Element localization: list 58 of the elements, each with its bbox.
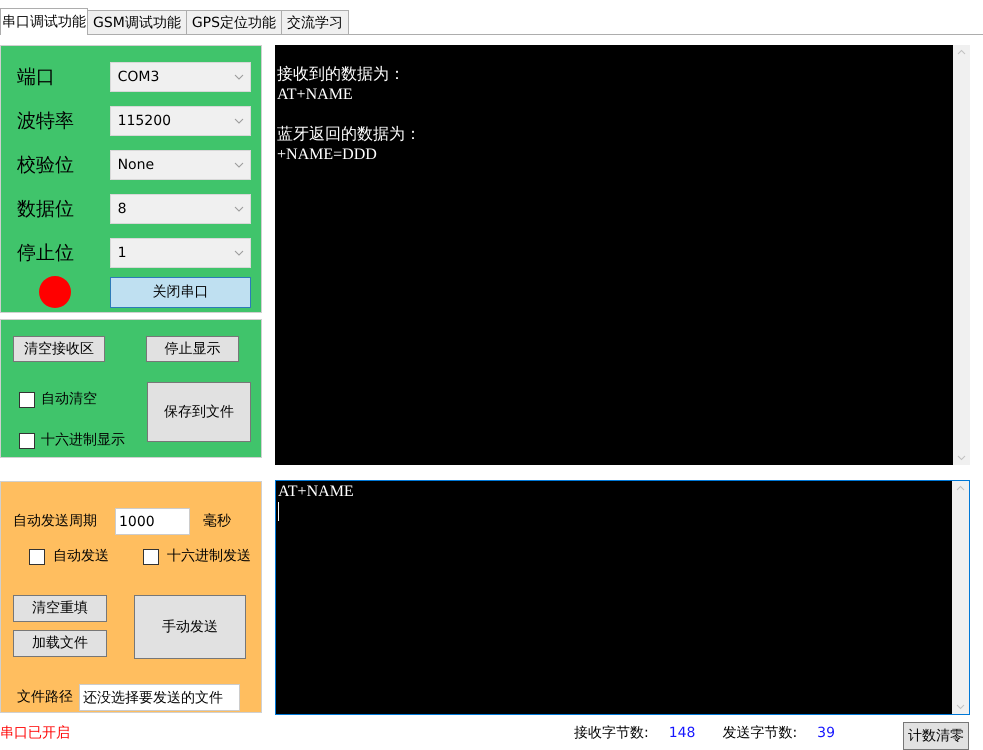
scroll-down-icon[interactable] <box>956 704 965 710</box>
checkbox[interactable] <box>19 392 35 408</box>
send-text-area[interactable]: AT+NAME <box>275 480 970 715</box>
baud-rate-dropdown[interactable]: 115200 <box>110 106 251 136</box>
scroll-down-icon[interactable] <box>957 455 966 461</box>
chevron-down-icon <box>234 250 244 256</box>
clear-refill-button[interactable]: 清空重填 <box>13 595 107 622</box>
sent-bytes-label: 发送字节数: <box>722 724 798 742</box>
tab[interactable]: GPS定位功能 <box>186 10 282 34</box>
scrollbar[interactable] <box>953 45 970 465</box>
checkbox-label: 十六进制显示 <box>41 431 125 450</box>
load-file-button[interactable]: 加载文件 <box>13 630 107 657</box>
port-status: 串口已开启 <box>0 724 70 742</box>
chevron-down-icon <box>234 118 244 124</box>
clear-receive-button[interactable]: 清空接收区 <box>13 336 105 362</box>
data-bits-dropdown[interactable]: 8 <box>110 194 251 224</box>
received-bytes-count: 148 <box>668 724 696 742</box>
send-text: AT+NAME <box>278 482 354 502</box>
field-label: 端口 <box>17 64 56 90</box>
scrollbar[interactable] <box>952 481 969 714</box>
stop-bits-dropdown[interactable]: 1 <box>110 238 251 268</box>
chevron-down-icon <box>234 162 244 168</box>
save-to-file-button[interactable]: 保存到文件 <box>147 382 251 442</box>
tab[interactable]: 串口调试功能 <box>0 8 88 35</box>
period-input[interactable]: 1000 <box>115 508 190 535</box>
checkbox[interactable] <box>19 432 35 448</box>
tab[interactable]: 交流学习 <box>281 10 350 34</box>
file-path-input[interactable]: 还没选择要发送的文件 <box>79 684 240 711</box>
checkbox[interactable] <box>29 548 45 564</box>
log-text: 蓝牙返回的数据为： <box>277 125 422 145</box>
field-label: 波特率 <box>17 108 75 134</box>
field-label: 校验位 <box>17 152 75 178</box>
scroll-up-icon[interactable] <box>957 49 966 55</box>
checkbox-label: 自动发送 <box>53 547 109 566</box>
received-bytes-label: 接收字节数: <box>574 724 649 742</box>
tab[interactable]: GSM调试功能 <box>87 10 187 34</box>
checkbox[interactable] <box>143 548 159 564</box>
reset-count-button[interactable]: 计数清零 <box>903 722 969 750</box>
unit-label: 毫秒 <box>203 512 231 531</box>
log-text: AT+NAME <box>277 85 354 105</box>
log-text: 接收到的数据为： <box>277 65 406 85</box>
text-cursor <box>278 502 279 521</box>
port-dropdown[interactable]: COM3 <box>110 62 251 92</box>
file-path-label: 文件路径 <box>17 688 73 707</box>
scroll-up-icon[interactable] <box>956 485 965 491</box>
field-label: 停止位 <box>17 240 75 266</box>
stop-display-button[interactable]: 停止显示 <box>146 336 239 362</box>
manual-send-button[interactable]: 手动发送 <box>134 595 246 659</box>
period-label: 自动发送周期 <box>13 512 97 531</box>
close-port-button[interactable]: 关闭串口 <box>110 276 251 308</box>
chevron-down-icon <box>234 206 244 212</box>
chevron-down-icon <box>234 74 244 80</box>
field-label: 数据位 <box>17 196 75 222</box>
checkbox-label: 自动清空 <box>41 390 97 409</box>
sent-bytes-count: 39 <box>817 724 835 742</box>
log-text: +NAME=DDD <box>277 145 378 165</box>
parity-dropdown[interactable]: None <box>110 150 251 180</box>
checkbox-label: 十六进制发送 <box>167 547 251 566</box>
